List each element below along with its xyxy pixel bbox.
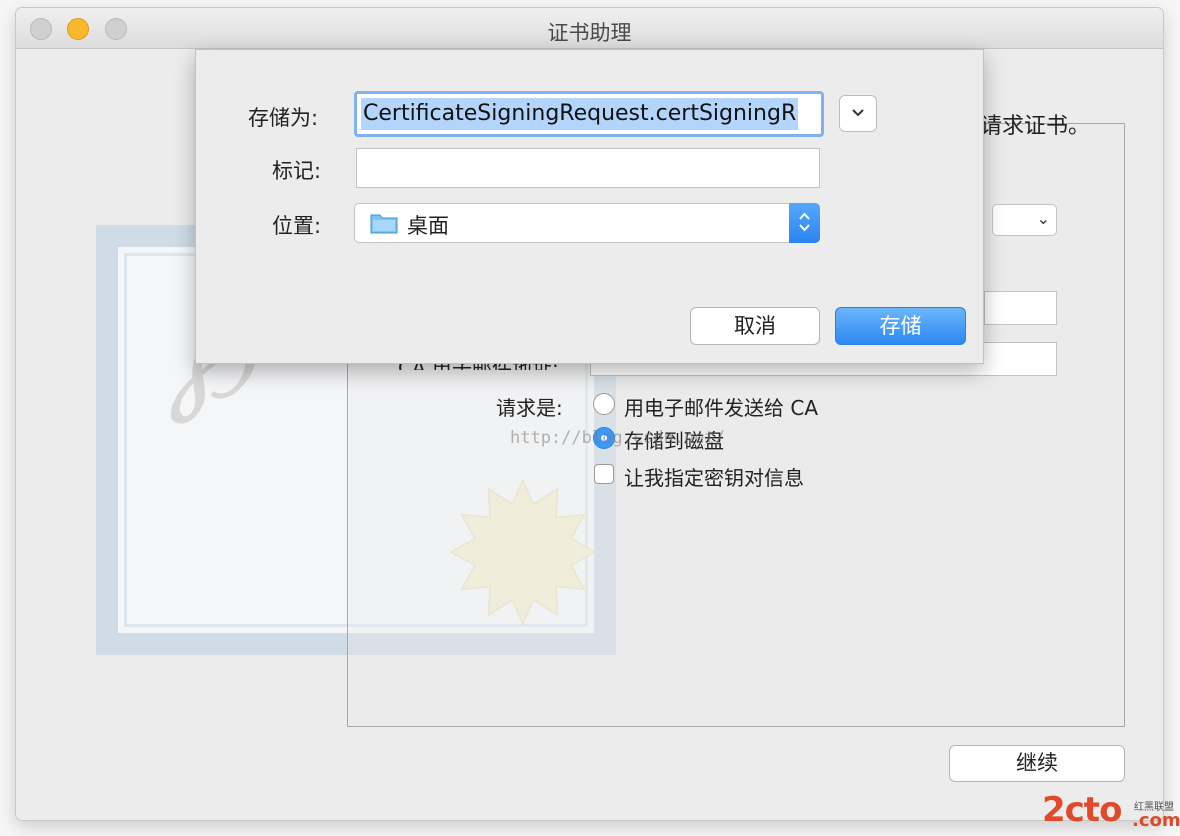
common-name-field[interactable] [984,291,1057,325]
email-to-ca-label[interactable]: 用电子邮件发送给 CA [624,392,818,421]
where-label: 位置: [272,214,322,238]
save-sheet: 存储为: CertificateSigningRequest.certSigni… [195,49,984,364]
site-logo-domain: .com [1132,810,1180,831]
site-logo-brand: 2cto [1042,790,1122,830]
where-location-value: 桌面 [407,214,449,238]
intro-text: 请求证书。 [980,114,1091,139]
folder-icon [370,214,398,234]
chevron-down-icon: ⌄ [1036,209,1050,228]
save-as-field[interactable]: CertificateSigningRequest.certSigningR [354,91,824,137]
site-logo: 2cto 红黑联盟 .com [1042,790,1180,834]
specify-key-pair-label[interactable]: 让我指定密钥对信息 [624,462,804,491]
expand-dialog-button[interactable] [839,95,877,132]
save-as-label: 存储为: [248,106,319,130]
window-title: 证书助理 [547,21,632,45]
request-is-label: 请求是: [496,396,563,420]
blog-watermark: http://blog.csdn.net/ [510,428,725,448]
up-down-arrows-icon [799,212,810,232]
chevron-down-icon [852,109,864,117]
cancel-button[interactable]: 取消 [690,307,820,345]
where-location-popup[interactable]: 桌面 [354,203,820,243]
specify-key-pair-checkbox[interactable] [594,464,614,484]
save-button[interactable]: 存储 [835,307,966,345]
email-address-popup[interactable]: ⌄ [992,204,1057,236]
save-as-filename[interactable]: CertificateSigningRequest.certSigningR [361,98,799,130]
email-to-ca-radio[interactable] [593,393,615,415]
popup-stepper[interactable] [789,203,820,243]
continue-button[interactable]: 继续 [949,745,1125,782]
title-bar: 证书助理 [16,8,1163,49]
tags-label: 标记: [272,159,322,183]
tags-field[interactable] [356,148,820,188]
